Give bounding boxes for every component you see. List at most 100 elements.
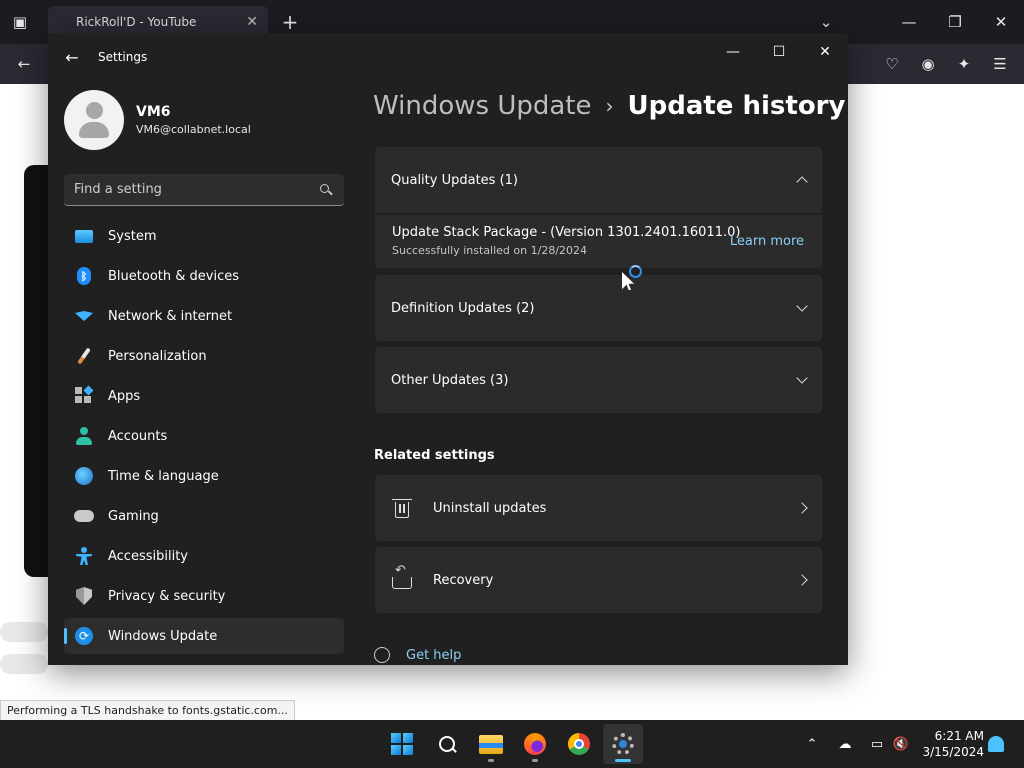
sidebar-item-apps[interactable]: Apps xyxy=(64,378,344,414)
sidebar-item-personalization[interactable]: Personalization xyxy=(64,338,344,374)
sidebar-item-label: Network & internet xyxy=(108,308,233,324)
taskbar-search-button[interactable] xyxy=(427,724,467,764)
app-title: Settings xyxy=(98,50,148,64)
profile-name: VM6 xyxy=(136,104,171,120)
loading-spinner-icon xyxy=(629,265,642,278)
shield-icon xyxy=(74,586,94,606)
taskbar-chrome[interactable] xyxy=(559,724,599,764)
search-icon[interactable] xyxy=(318,182,334,198)
minimize-icon[interactable]: — xyxy=(710,37,756,67)
user-profile[interactable]: VM6 VM6@collabnet.local xyxy=(64,90,251,150)
recovery-icon xyxy=(391,563,413,591)
account-circle-icon[interactable]: ◉ xyxy=(914,50,942,78)
sidebar-item-label: Gaming xyxy=(108,508,159,524)
search-input[interactable] xyxy=(74,182,318,197)
get-help-link[interactable]: Get help xyxy=(374,647,461,663)
sidebar-item-label: Accessibility xyxy=(108,548,188,564)
skeleton-placeholder xyxy=(0,622,48,642)
notification-bell-icon[interactable] xyxy=(988,736,1004,752)
clock-time: 6:21 AM xyxy=(934,729,984,743)
help-icon xyxy=(374,647,390,663)
get-help-label: Get help xyxy=(406,647,462,663)
windows-logo-icon xyxy=(391,733,413,755)
taskbar-clock[interactable]: 6:21 AM 3/15/2024 xyxy=(918,728,984,760)
windows-update-icon: ⟳ xyxy=(74,626,94,646)
new-tab-icon[interactable]: + xyxy=(276,8,304,36)
back-arrow-icon[interactable]: ← xyxy=(60,45,84,69)
sidebar-item-accessibility[interactable]: Accessibility xyxy=(64,538,344,574)
search-icon xyxy=(438,735,456,753)
definition-updates-expander[interactable]: Definition Updates (2) xyxy=(375,275,822,341)
pocket-icon[interactable]: ♡ xyxy=(878,50,906,78)
quality-updates-expander[interactable]: Quality Updates (1) xyxy=(375,147,822,213)
quality-updates-label: Quality Updates (1) xyxy=(391,172,518,188)
browser-back-icon[interactable]: ← xyxy=(10,50,38,78)
extensions-icon[interactable]: ✦ xyxy=(950,50,978,78)
globe-clock-icon xyxy=(74,466,94,486)
sidebar-item-label: Privacy & security xyxy=(108,588,226,604)
chevron-up-icon xyxy=(796,176,808,188)
wifi-icon xyxy=(74,306,94,326)
sidebar-item-accounts[interactable]: Accounts xyxy=(64,418,344,454)
network-icon[interactable]: ▭ xyxy=(867,734,887,754)
browser-tab-title: RickRoll'D - YouTube xyxy=(76,15,197,29)
taskbar-firefox[interactable] xyxy=(515,724,555,764)
breadcrumb-parent[interactable]: Windows Update xyxy=(373,91,592,121)
tab-overview-icon[interactable]: ▣ xyxy=(6,8,34,36)
sidebar-item-label: Personalization xyxy=(108,348,207,364)
sidebar-item-label: Apps xyxy=(108,388,141,404)
browser-restore-icon[interactable]: ❐ xyxy=(941,8,969,36)
accessibility-icon xyxy=(74,546,94,566)
other-updates-label: Other Updates (3) xyxy=(391,372,509,388)
taskbar-settings[interactable] xyxy=(603,724,643,764)
hamburger-menu-icon[interactable]: ☰ xyxy=(986,50,1014,78)
onedrive-icon[interactable]: ☁ xyxy=(835,734,855,754)
other-updates-expander[interactable]: Other Updates (3) xyxy=(375,347,822,413)
bluetooth-icon: ᛒ xyxy=(74,266,94,286)
close-tab-icon[interactable]: ✕ xyxy=(246,14,258,30)
sidebar-item-windows-update[interactable]: ⟳ Windows Update xyxy=(64,618,344,654)
close-icon[interactable]: ✕ xyxy=(802,37,848,67)
volume-muted-icon[interactable]: 🔇 xyxy=(891,734,911,754)
gear-icon xyxy=(612,733,634,755)
gamepad-icon xyxy=(74,506,94,526)
sidebar-item-label: Windows Update xyxy=(108,628,218,644)
start-button[interactable] xyxy=(382,724,422,764)
browser-close-icon[interactable]: ✕ xyxy=(987,8,1015,36)
sidebar-item-network[interactable]: Network & internet xyxy=(64,298,344,334)
settings-search[interactable] xyxy=(64,174,344,206)
chevron-right-icon xyxy=(796,574,808,586)
brush-icon xyxy=(74,346,94,366)
settings-window: ← Settings — ☐ ✕ VM6 VM6@collabnet.local… xyxy=(48,33,848,665)
apps-icon xyxy=(74,385,94,406)
breadcrumb-separator: › xyxy=(605,94,614,118)
browser-minimize-icon[interactable]: — xyxy=(895,8,923,36)
taskbar-file-explorer[interactable] xyxy=(471,724,511,764)
maximize-icon[interactable]: ☐ xyxy=(756,37,802,67)
tab-list-chevron-icon[interactable]: ⌄ xyxy=(812,8,840,36)
breadcrumb: Windows Update › Update history xyxy=(373,91,845,121)
page-title: Update history xyxy=(627,91,846,121)
firefox-icon xyxy=(524,733,546,755)
trash-icon xyxy=(391,497,413,519)
recovery-label: Recovery xyxy=(433,572,494,588)
sidebar-item-gaming[interactable]: Gaming xyxy=(64,498,344,534)
learn-more-link[interactable]: Learn more xyxy=(730,234,804,249)
sidebar-item-bluetooth[interactable]: ᛒ Bluetooth & devices xyxy=(64,258,344,294)
uninstall-updates-button[interactable]: Uninstall updates xyxy=(375,475,822,541)
browser-status-tooltip: Performing a TLS handshake to fonts.gsta… xyxy=(0,700,295,722)
sidebar-item-system[interactable]: System xyxy=(64,218,344,254)
sidebar-item-time-language[interactable]: Time & language xyxy=(64,458,344,494)
sidebar-item-label: Bluetooth & devices xyxy=(108,268,239,284)
settings-title-bar: ← Settings — ☐ ✕ xyxy=(48,33,848,81)
update-history-item: Update Stack Package - (Version 1301.240… xyxy=(375,215,822,268)
settings-nav: System ᛒ Bluetooth & devices Network & i… xyxy=(64,218,344,658)
sidebar-item-privacy[interactable]: Privacy & security xyxy=(64,578,344,614)
skeleton-placeholder xyxy=(0,654,48,674)
folder-icon xyxy=(479,734,503,754)
recovery-button[interactable]: Recovery xyxy=(375,547,822,613)
sidebar-item-label: Time & language xyxy=(108,468,219,484)
sidebar-item-label: System xyxy=(108,228,157,244)
avatar xyxy=(64,90,124,150)
chevron-up-icon[interactable]: ⌃ xyxy=(802,734,822,754)
